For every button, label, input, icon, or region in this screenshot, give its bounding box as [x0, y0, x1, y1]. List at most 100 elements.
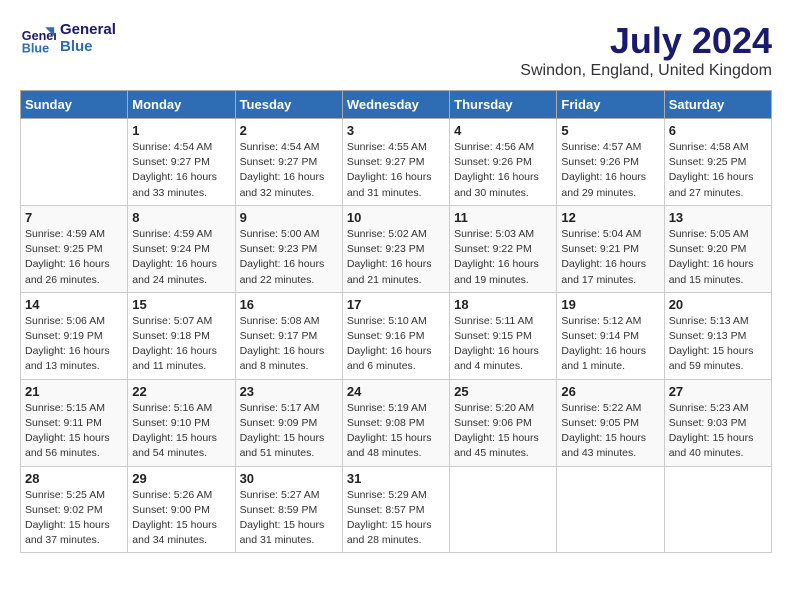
day-info: Sunrise: 4:56 AM Sunset: 9:26 PM Dayligh…: [454, 140, 552, 201]
day-info: Sunrise: 5:29 AM Sunset: 8:57 PM Dayligh…: [347, 488, 445, 549]
day-info: Sunrise: 5:22 AM Sunset: 9:05 PM Dayligh…: [561, 401, 659, 462]
calendar-cell: 26Sunrise: 5:22 AM Sunset: 9:05 PM Dayli…: [557, 379, 664, 466]
calendar-cell: 14Sunrise: 5:06 AM Sunset: 9:19 PM Dayli…: [21, 292, 128, 379]
day-info: Sunrise: 5:08 AM Sunset: 9:17 PM Dayligh…: [240, 314, 338, 375]
day-info: Sunrise: 5:07 AM Sunset: 9:18 PM Dayligh…: [132, 314, 230, 375]
calendar-cell: 31 Sunrise: 5:29 AM Sunset: 8:57 PM Dayli…: [342, 466, 449, 553]
day-info: Sunrise: 4:55 AM Sunset: 9:27 PM Dayligh…: [347, 140, 445, 201]
day-number: 23: [240, 384, 338, 399]
calendar-cell: 2 Sunrise: 4:54 AM Sunset: 9:27 PM Daylig…: [235, 119, 342, 206]
calendar-table: SundayMondayTuesdayWednesdayThursdayFrid…: [20, 90, 772, 553]
calendar-cell: 19Sunrise: 5:12 AM Sunset: 9:14 PM Dayli…: [557, 292, 664, 379]
day-info: Sunrise: 5:02 AM Sunset: 9:23 PM Dayligh…: [347, 227, 445, 288]
calendar-cell: 16Sunrise: 5:08 AM Sunset: 9:17 PM Dayli…: [235, 292, 342, 379]
calendar-cell: 28 Sunrise: 5:25 AM Sunset: 9:02 PM Dayli…: [21, 466, 128, 553]
day-info: Sunrise: 5:05 AM Sunset: 9:20 PM Dayligh…: [669, 227, 767, 288]
day-number: 4: [454, 123, 552, 138]
day-number: 18: [454, 297, 552, 312]
day-info: Sunrise: 4:54 AM Sunset: 9:27 PM Dayligh…: [132, 140, 230, 201]
calendar-cell: 5 Sunrise: 4:57 AM Sunset: 9:26 PM Daylig…: [557, 119, 664, 206]
day-header: Sunday: [21, 91, 128, 119]
calendar-cell: 30Sunrise: 5:27 AM Sunset: 8:59 PM Dayli…: [235, 466, 342, 553]
calendar-cell: 1 Sunrise: 4:54 AM Sunset: 9:27 PM Daylig…: [128, 119, 235, 206]
day-number: 6: [669, 123, 767, 138]
logo-line1: General: [60, 21, 116, 38]
day-number: 15: [132, 297, 230, 312]
calendar-cell: 17 Sunrise: 5:10 AM Sunset: 9:16 PM Dayli…: [342, 292, 449, 379]
day-number: 20: [669, 297, 767, 312]
calendar-cell: 27 Sunrise: 5:23 AM Sunset: 9:03 PM Dayli…: [664, 379, 771, 466]
calendar-week-row: 28 Sunrise: 5:25 AM Sunset: 9:02 PM Dayli…: [21, 466, 772, 553]
day-info: Sunrise: 4:58 AM Sunset: 9:25 PM Dayligh…: [669, 140, 767, 201]
day-info: Sunrise: 5:15 AM Sunset: 9:11 PM Dayligh…: [25, 401, 123, 462]
calendar-cell: 13 Sunrise: 5:05 AM Sunset: 9:20 PM Dayli…: [664, 205, 771, 292]
day-number: 9: [240, 210, 338, 225]
day-info: Sunrise: 5:23 AM Sunset: 9:03 PM Dayligh…: [669, 401, 767, 462]
calendar-cell: 9 Sunrise: 5:00 AM Sunset: 9:23 PM Daylig…: [235, 205, 342, 292]
calendar-week-row: 7Sunrise: 4:59 AM Sunset: 9:25 PM Daylig…: [21, 205, 772, 292]
day-info: Sunrise: 5:11 AM Sunset: 9:15 PM Dayligh…: [454, 314, 552, 375]
day-number: 10: [347, 210, 445, 225]
day-info: Sunrise: 5:26 AM Sunset: 9:00 PM Dayligh…: [132, 488, 230, 549]
day-number: 27: [669, 384, 767, 399]
day-number: 28: [25, 471, 123, 486]
day-header: Thursday: [450, 91, 557, 119]
calendar-cell: [557, 466, 664, 553]
header: General Blue General Blue July 2024 Swin…: [20, 20, 772, 80]
calendar-header-row: SundayMondayTuesdayWednesdayThursdayFrid…: [21, 91, 772, 119]
location-title: Swindon, England, United Kingdom: [520, 62, 772, 80]
day-info: Sunrise: 5:03 AM Sunset: 9:22 PM Dayligh…: [454, 227, 552, 288]
calendar-cell: [450, 466, 557, 553]
day-number: 7: [25, 210, 123, 225]
calendar-cell: 3 Sunrise: 4:55 AM Sunset: 9:27 PM Daylig…: [342, 119, 449, 206]
day-number: 1: [132, 123, 230, 138]
day-info: Sunrise: 5:13 AM Sunset: 9:13 PM Dayligh…: [669, 314, 767, 375]
day-number: 3: [347, 123, 445, 138]
day-info: Sunrise: 5:16 AM Sunset: 9:10 PM Dayligh…: [132, 401, 230, 462]
day-number: 25: [454, 384, 552, 399]
calendar-cell: 25 Sunrise: 5:20 AM Sunset: 9:06 PM Dayli…: [450, 379, 557, 466]
day-info: Sunrise: 5:10 AM Sunset: 9:16 PM Dayligh…: [347, 314, 445, 375]
day-number: 11: [454, 210, 552, 225]
calendar-week-row: 21 Sunrise: 5:15 AM Sunset: 9:11 PM Dayli…: [21, 379, 772, 466]
day-number: 31: [347, 471, 445, 486]
svg-text:Blue: Blue: [22, 41, 49, 55]
calendar-cell: 24 Sunrise: 5:19 AM Sunset: 9:08 PM Dayli…: [342, 379, 449, 466]
logo: General Blue General Blue: [20, 20, 116, 56]
calendar-cell: 23 Sunrise: 5:17 AM Sunset: 9:09 PM Dayli…: [235, 379, 342, 466]
day-number: 2: [240, 123, 338, 138]
day-number: 8: [132, 210, 230, 225]
calendar-cell: 15 Sunrise: 5:07 AM Sunset: 9:18 PM Dayli…: [128, 292, 235, 379]
day-number: 22: [132, 384, 230, 399]
calendar-cell: 8Sunrise: 4:59 AM Sunset: 9:24 PM Daylig…: [128, 205, 235, 292]
day-header: Friday: [557, 91, 664, 119]
day-header: Saturday: [664, 91, 771, 119]
day-number: 24: [347, 384, 445, 399]
day-number: 13: [669, 210, 767, 225]
day-number: 19: [561, 297, 659, 312]
day-info: Sunrise: 4:57 AM Sunset: 9:26 PM Dayligh…: [561, 140, 659, 201]
day-info: Sunrise: 5:17 AM Sunset: 9:09 PM Dayligh…: [240, 401, 338, 462]
calendar-cell: [21, 119, 128, 206]
day-number: 17: [347, 297, 445, 312]
day-number: 30: [240, 471, 338, 486]
day-info: Sunrise: 5:00 AM Sunset: 9:23 PM Dayligh…: [240, 227, 338, 288]
calendar-cell: 7Sunrise: 4:59 AM Sunset: 9:25 PM Daylig…: [21, 205, 128, 292]
day-info: Sunrise: 5:25 AM Sunset: 9:02 PM Dayligh…: [25, 488, 123, 549]
day-info: Sunrise: 5:19 AM Sunset: 9:08 PM Dayligh…: [347, 401, 445, 462]
day-info: Sunrise: 4:54 AM Sunset: 9:27 PM Dayligh…: [240, 140, 338, 201]
day-info: Sunrise: 5:06 AM Sunset: 9:19 PM Dayligh…: [25, 314, 123, 375]
month-title: July 2024: [520, 20, 772, 62]
calendar-cell: 6 Sunrise: 4:58 AM Sunset: 9:25 PM Daylig…: [664, 119, 771, 206]
day-info: Sunrise: 5:20 AM Sunset: 9:06 PM Dayligh…: [454, 401, 552, 462]
calendar-cell: 4 Sunrise: 4:56 AM Sunset: 9:26 PM Daylig…: [450, 119, 557, 206]
calendar-cell: 12Sunrise: 5:04 AM Sunset: 9:21 PM Dayli…: [557, 205, 664, 292]
title-block: July 2024 Swindon, England, United Kingd…: [520, 20, 772, 80]
calendar-cell: 11 Sunrise: 5:03 AM Sunset: 9:22 PM Dayli…: [450, 205, 557, 292]
day-header: Wednesday: [342, 91, 449, 119]
day-number: 5: [561, 123, 659, 138]
day-number: 21: [25, 384, 123, 399]
calendar-week-row: 1 Sunrise: 4:54 AM Sunset: 9:27 PM Daylig…: [21, 119, 772, 206]
calendar-week-row: 14Sunrise: 5:06 AM Sunset: 9:19 PM Dayli…: [21, 292, 772, 379]
day-info: Sunrise: 5:04 AM Sunset: 9:21 PM Dayligh…: [561, 227, 659, 288]
